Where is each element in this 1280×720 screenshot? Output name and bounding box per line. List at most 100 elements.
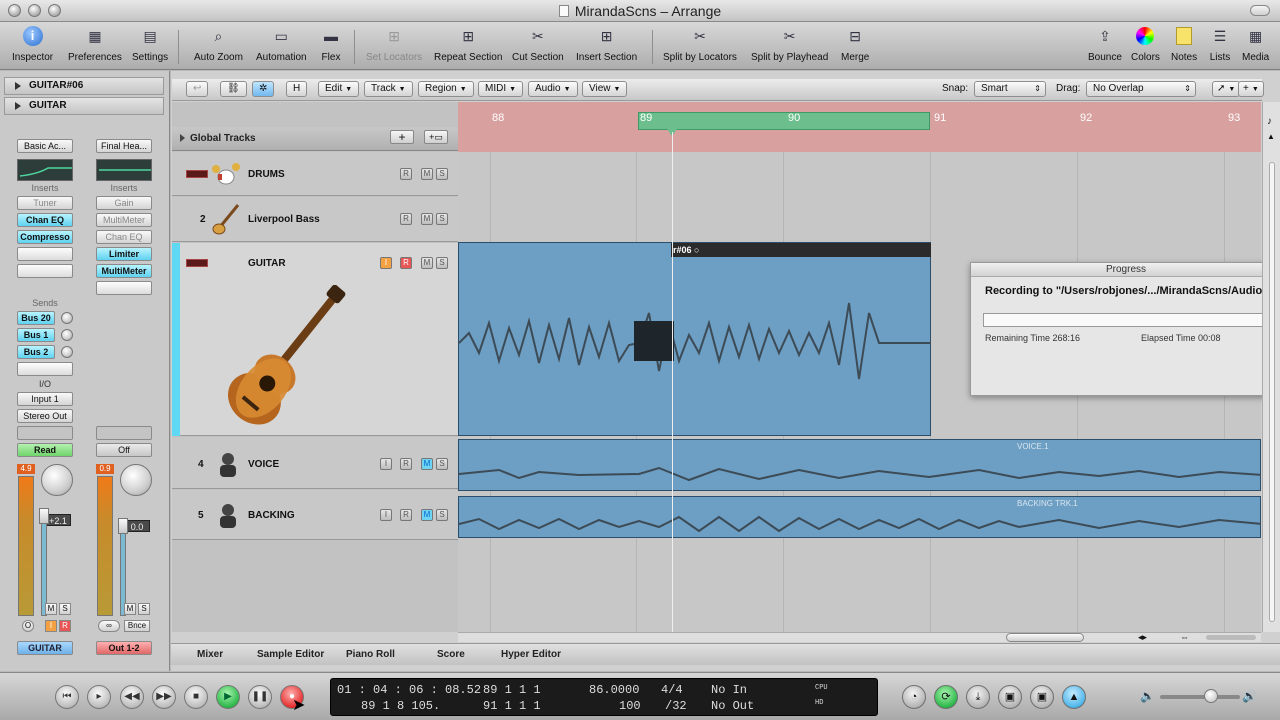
audio-region-guitar[interactable]: r#06 ○	[458, 242, 931, 436]
output-button[interactable]: Stereo Out	[17, 409, 73, 423]
secondary-tool-menu[interactable]: + ▼	[1238, 81, 1264, 97]
solo-button[interactable]: S	[59, 603, 71, 615]
input-monitor-button[interactable]: I	[380, 257, 392, 269]
record-enable-button[interactable]: R	[400, 257, 412, 269]
link-icon[interactable]: ⛓	[220, 81, 247, 97]
insert-slot-multimeter[interactable]: MultiMeter	[96, 264, 152, 278]
tab-score[interactable]: Score	[437, 649, 465, 660]
insert-slot-limiter[interactable]: Limiter	[96, 247, 152, 261]
input-monitor-button[interactable]: I	[45, 620, 57, 632]
global-tracks-row[interactable]: Global Tracks + +▭	[172, 127, 458, 151]
audio-region-backing[interactable]: BACKING TRK.1	[458, 496, 1261, 538]
merge-button[interactable]: ⊟ Merge	[841, 26, 869, 64]
balance-knob[interactable]	[120, 464, 152, 496]
bounce-in-place-button[interactable]: O	[22, 620, 34, 632]
insert-slot-multimeter[interactable]: MultiMeter	[96, 213, 152, 227]
insert-slot-gain[interactable]: Gain	[96, 196, 152, 210]
channel-setting-button[interactable]: Basic Ac...	[17, 139, 73, 153]
midi-menu[interactable]: MIDI ▼	[478, 81, 524, 97]
track-menu[interactable]: Track ▼	[364, 81, 413, 97]
channel-name-label[interactable]: Out 1-2	[96, 641, 152, 655]
pause-button[interactable]: ❚❚	[248, 685, 272, 709]
cycle-button[interactable]: ⟳	[934, 685, 958, 709]
playhead-line[interactable]	[672, 124, 673, 632]
add-track-button[interactable]: +	[390, 130, 414, 144]
insert-slot-empty[interactable]	[17, 247, 73, 261]
metronome-button[interactable]: ▲	[1062, 685, 1086, 709]
scroll-arrow-icon[interactable]: ▲	[1267, 132, 1275, 141]
split-by-locators-button[interactable]: ✂ Split by Locators	[663, 26, 737, 64]
toolbar-toggle-button[interactable]	[1250, 5, 1270, 16]
track-header-backing[interactable]: 5 BACKING I R M S	[172, 490, 458, 540]
tab-mixer[interactable]: Mixer	[197, 649, 223, 660]
scroll-thumb[interactable]	[1006, 633, 1084, 642]
pan-knob[interactable]	[41, 464, 73, 496]
master-volume-slider[interactable]	[1160, 695, 1240, 699]
scroll-thumb[interactable]	[1269, 162, 1275, 622]
track-header-voice[interactable]: 4 VOICE I R M S	[172, 437, 458, 489]
eq-thumbnail[interactable]	[17, 159, 73, 181]
colors-button[interactable]: Colors	[1131, 26, 1160, 63]
automation-mode-button[interactable]: Off	[96, 443, 152, 457]
bounce-button[interactable]: ⇪ Bounce	[1088, 26, 1122, 64]
insert-slot-chan-eq[interactable]: Chan EQ	[96, 230, 152, 244]
vertical-scrollbar[interactable]: ♪ ▲	[1262, 102, 1280, 632]
cycle-region[interactable]	[638, 112, 930, 130]
view-menu[interactable]: View ▼	[582, 81, 628, 97]
send-level-knob[interactable]	[61, 346, 73, 358]
record-enable-button[interactable]: R	[400, 509, 412, 521]
record-enable-button[interactable]: R	[400, 458, 412, 470]
snap-select[interactable]: Smart ⇕	[974, 81, 1046, 97]
solo-button[interactable]: S	[436, 168, 448, 180]
insert-slot-empty[interactable]	[17, 264, 73, 278]
bar-ruler[interactable]: 88 89 90 91 92 93	[458, 102, 1261, 152]
stop-button[interactable]: ■	[184, 685, 208, 709]
tab-piano-roll[interactable]: Piano Roll	[346, 649, 395, 660]
zoom-icon[interactable]: ⇔	[1180, 632, 1189, 642]
automation-mode-button[interactable]: Read	[17, 443, 73, 457]
bounce-button[interactable]: Bnce	[124, 620, 150, 632]
insert-slot-compressor[interactable]: Compresso	[17, 230, 73, 244]
horizontal-scrollbar[interactable]: ◂▸ ⇔	[458, 632, 1261, 642]
go-to-beginning-button[interactable]: ⏮	[55, 685, 79, 709]
eq-thumbnail[interactable]	[96, 159, 152, 181]
set-locators-button[interactable]: ⊞ Set Locators	[366, 26, 422, 64]
new-folder-button[interactable]: +▭	[424, 130, 448, 144]
rewind-button[interactable]: ◀◀	[120, 685, 144, 709]
solo-button[interactable]: S	[436, 213, 448, 225]
solo-button[interactable]: ▣	[998, 685, 1022, 709]
audio-menu[interactable]: Audio ▼	[528, 81, 578, 97]
flex-button[interactable]: ▬ Flex	[320, 26, 342, 63]
time-signature[interactable]: 4/4	[661, 683, 683, 697]
volume-fader-track[interactable]	[41, 520, 47, 616]
edit-menu[interactable]: Edit ▼	[318, 81, 360, 97]
send-bus-1[interactable]: Bus 1	[17, 328, 55, 342]
track-header-guitar[interactable]: GUITAR I R M S	[172, 243, 458, 436]
region-menu[interactable]: Region ▼	[418, 81, 474, 97]
input-button[interactable]: Input 1	[17, 392, 73, 406]
split-by-playhead-button[interactable]: ✂ Split by Playhead	[751, 26, 828, 64]
link-button[interactable]: ∞	[98, 620, 120, 632]
record-enable-button[interactable]: R	[400, 168, 412, 180]
input-monitor-button[interactable]: I	[380, 509, 392, 521]
low-latency-button[interactable]: ◔	[902, 685, 926, 709]
zoom-slider[interactable]	[1206, 635, 1256, 640]
automation-button[interactable]: ▭ Automation	[256, 26, 307, 64]
volume-fader-handle[interactable]	[39, 508, 49, 524]
insert-slot-tuner[interactable]: Tuner	[17, 196, 73, 210]
solo-button[interactable]: S	[436, 509, 448, 521]
tempo-value[interactable]: 86.0000	[589, 683, 639, 697]
fast-forward-button[interactable]: ▶▶	[152, 685, 176, 709]
mute-button[interactable]: M	[421, 168, 433, 180]
insert-section-button[interactable]: ⊞ Insert Section	[576, 26, 637, 64]
replace-button[interactable]: ⤓	[966, 685, 990, 709]
solo-button[interactable]: S	[138, 603, 150, 615]
drag-select[interactable]: No Overlap ⇕	[1086, 81, 1196, 97]
back-button[interactable]: ↩	[186, 81, 209, 97]
send-bus-20[interactable]: Bus 20	[17, 311, 55, 325]
catch-button[interactable]: ✲	[252, 81, 275, 97]
track-header-drums[interactable]: DRUMS R M S	[172, 152, 458, 196]
sync-button[interactable]: ▣	[1030, 685, 1054, 709]
tab-sample-editor[interactable]: Sample Editor	[257, 649, 324, 660]
master-volume-handle[interactable]	[1204, 689, 1218, 703]
